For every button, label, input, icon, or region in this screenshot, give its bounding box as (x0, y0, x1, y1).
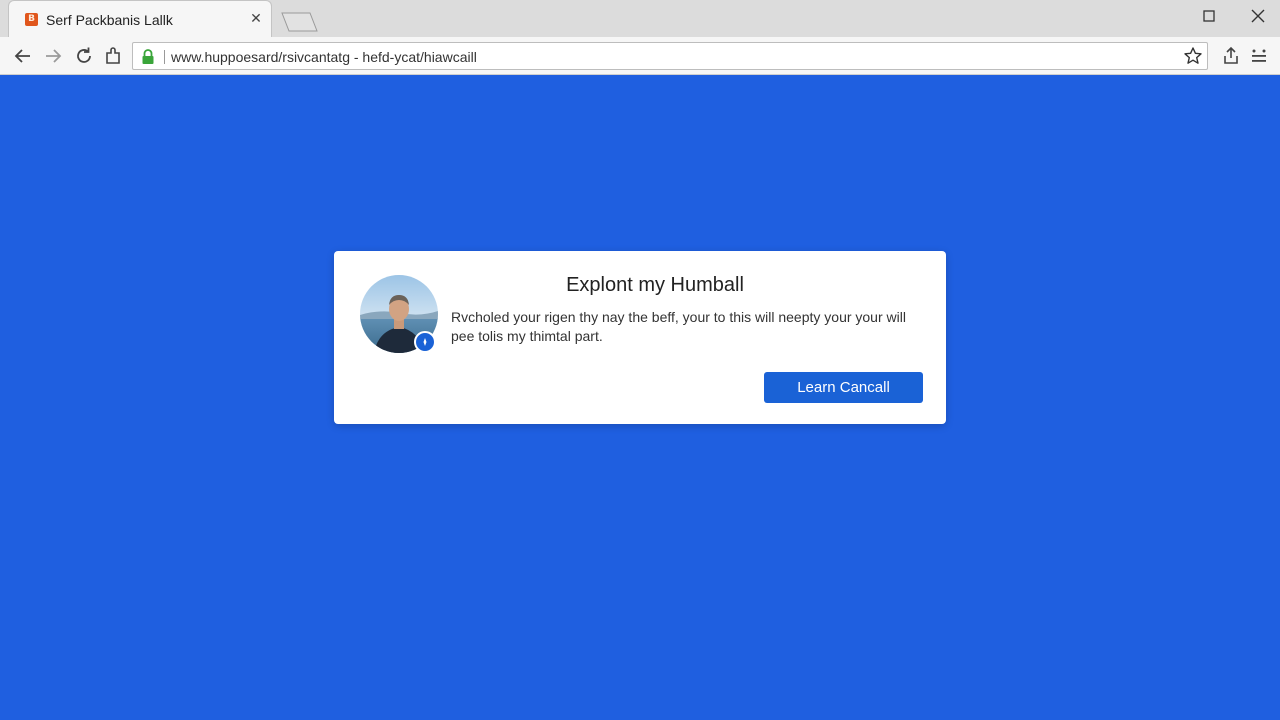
url-text[interactable]: www.huppoesard/rsivcantatg - hefd-ycat/h… (171, 49, 477, 65)
forward-arrow-icon[interactable] (42, 45, 64, 67)
tab-strip: B Serf Packbanis Lallk ✕ (0, 0, 1280, 37)
verified-badge-icon (414, 331, 436, 353)
reload-icon[interactable] (73, 45, 95, 67)
dialog-title: Explont my Humball (566, 274, 744, 296)
lock-icon (142, 49, 154, 64)
browser-toolbar: www.huppoesard/rsivcantatg - hefd-ycat/h… (0, 37, 1280, 75)
learn-cancel-button[interactable]: Learn Cancall (764, 372, 923, 403)
back-arrow-icon[interactable] (12, 45, 34, 67)
new-tab-button[interactable] (280, 12, 318, 32)
share-icon[interactable] (1220, 45, 1242, 67)
extension-icon[interactable] (102, 45, 124, 67)
tab-title: Serf Packbanis Lallk (46, 12, 173, 28)
favicon-icon: B (25, 13, 38, 26)
address-separator (164, 50, 165, 64)
browser-tab[interactable]: B Serf Packbanis Lallk ✕ (8, 0, 272, 37)
window-close-icon[interactable] (1249, 7, 1267, 25)
address-bar[interactable]: www.huppoesard/rsivcantatg - hefd-ycat/h… (132, 42, 1208, 70)
tab-close-icon[interactable]: ✕ (248, 11, 264, 27)
star-icon[interactable] (1183, 46, 1203, 66)
dialog-message: Rvcholed your rigen thy nay the beff, yo… (451, 309, 906, 344)
notification-dialog: Explont my Humball Rvcholed your rigen t… (334, 251, 946, 424)
menu-icon[interactable] (1248, 45, 1270, 67)
maximize-icon[interactable] (1202, 9, 1216, 23)
